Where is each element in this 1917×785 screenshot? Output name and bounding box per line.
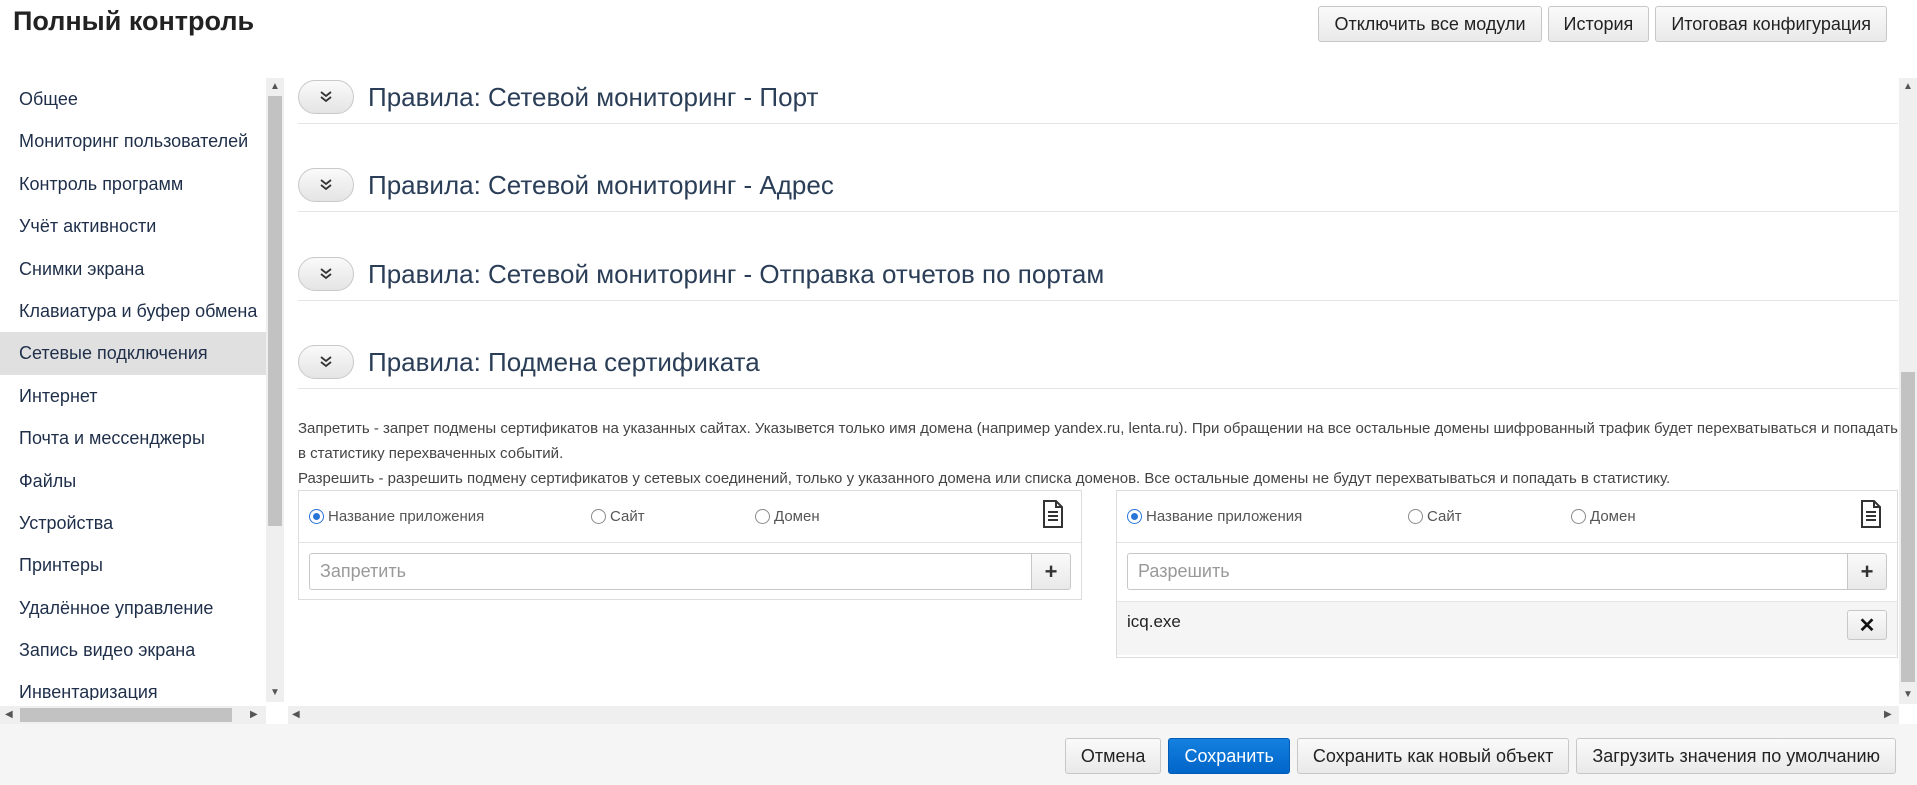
radio-domain[interactable]: Домен [1571, 508, 1636, 525]
scroll-up-icon[interactable]: ▲ [270, 82, 280, 92]
sidebar-item-activity[interactable]: Учёт активности [0, 205, 266, 247]
sidebar-item-files[interactable]: Файлы [0, 460, 266, 502]
main-vertical-scrollbar[interactable]: ▲ ▼ [1899, 78, 1917, 704]
allow-add-button[interactable]: + [1847, 553, 1887, 590]
list-item: icq.exe ✕ [1117, 601, 1897, 655]
document-icon[interactable] [1858, 499, 1884, 529]
scroll-down-icon[interactable]: ▼ [1903, 690, 1913, 700]
deny-add-button[interactable]: + [1031, 553, 1071, 590]
scroll-right-icon[interactable]: ▶ [250, 710, 258, 720]
plus-icon: + [1860, 558, 1874, 584]
sidebar-item-printers[interactable]: Принтеры [0, 544, 266, 586]
scroll-up-icon[interactable]: ▲ [1903, 82, 1913, 92]
main-scroll-thumb[interactable] [1901, 372, 1915, 682]
double-chevron-down-icon [320, 91, 332, 103]
remove-item-button[interactable]: ✕ [1847, 610, 1887, 640]
sidebar-item-inventory[interactable]: Инвентаризация [0, 671, 266, 700]
allow-input[interactable] [1127, 553, 1848, 590]
main-horizontal-scrollbar[interactable]: ◀ ▶ [288, 706, 1899, 724]
disable-all-modules-button[interactable]: Отключить все модули [1318, 6, 1542, 42]
scroll-left-icon[interactable]: ◀ [5, 710, 13, 720]
deny-input-row: + [299, 543, 1081, 601]
radio-app-name[interactable]: Название приложения [309, 508, 484, 525]
sidebar-horizontal-scrollbar[interactable]: ◀ ▶ [0, 706, 266, 724]
radio-app-name[interactable]: Название приложения [1127, 508, 1302, 525]
section-port-reports: Правила: Сетевой мониторинг - Отправка о… [298, 255, 1898, 301]
section-title[interactable]: Правила: Подмена сертификата [368, 347, 760, 378]
sidebar-vertical-scrollbar[interactable]: ▲ ▼ [266, 78, 284, 702]
section-address: Правила: Сетевой мониторинг - Адрес [298, 166, 1898, 212]
header-toolbar: Отключить все модули История Итоговая ко… [1318, 6, 1887, 42]
description: Запретить - запрет подмены сертификатов … [298, 416, 1898, 491]
section-title[interactable]: Правила: Сетевой мониторинг - Отправка о… [368, 259, 1104, 290]
close-icon: ✕ [1858, 614, 1876, 637]
plus-icon: + [1044, 558, 1058, 584]
page-title: Полный контроль [13, 6, 255, 36]
double-chevron-down-icon [320, 356, 332, 368]
expand-toggle-button[interactable] [298, 345, 354, 379]
sidebar-hscroll-thumb[interactable] [20, 708, 232, 722]
final-config-button[interactable]: Итоговая конфигурация [1655, 6, 1887, 42]
radio-button[interactable] [1408, 509, 1423, 524]
deny-input[interactable] [309, 553, 1032, 590]
cancel-button[interactable]: Отмена [1064, 738, 1162, 774]
radio-label: Сайт [1427, 508, 1462, 525]
sidebar: Общее Мониторинг пользователей Контроль … [0, 78, 266, 700]
radio-label: Сайт [610, 508, 645, 525]
footer: Отмена Сохранить Сохранить как новый объ… [0, 724, 1917, 785]
sidebar-item-user-monitoring[interactable]: Мониторинг пользователей [0, 120, 266, 162]
double-chevron-down-icon [320, 268, 332, 280]
sidebar-item-internet[interactable]: Интернет [0, 375, 266, 417]
sidebar-item-remote-control[interactable]: Удалённое управление [0, 587, 266, 629]
sidebar-item-mail-messengers[interactable]: Почта и мессенджеры [0, 417, 266, 459]
footer-toolbar: Отмена Сохранить Сохранить как новый объ… [1064, 738, 1896, 774]
deny-type-radios: Название приложения Сайт Домен [299, 491, 1081, 543]
description-deny: Запретить - запрет подмены сертификатов … [298, 420, 1898, 462]
radio-label: Название приложения [328, 508, 485, 525]
allow-panel: Название приложения Сайт Домен + ic [1116, 490, 1898, 658]
radio-button[interactable] [1571, 509, 1586, 524]
expand-toggle-button[interactable] [298, 168, 354, 202]
double-chevron-down-icon [320, 179, 332, 191]
scroll-down-icon[interactable]: ▼ [270, 688, 280, 698]
save-button[interactable]: Сохранить [1168, 738, 1290, 774]
description-allow: Разрешить - разрешить подмену сертификат… [298, 470, 1671, 487]
deny-panel: Название приложения Сайт Домен + [298, 490, 1082, 600]
section-title[interactable]: Правила: Сетевой мониторинг - Адрес [368, 170, 834, 201]
sidebar-item-devices[interactable]: Устройства [0, 502, 266, 544]
document-icon[interactable] [1040, 499, 1066, 529]
load-defaults-button[interactable]: Загрузить значения по умолчанию [1576, 738, 1896, 774]
radio-button[interactable] [755, 509, 770, 524]
radio-domain[interactable]: Домен [755, 508, 820, 525]
radio-label: Название приложения [1146, 508, 1303, 525]
radio-label: Домен [774, 508, 820, 525]
list-item-label: icq.exe [1127, 612, 1181, 631]
sidebar-item-screen-recording[interactable]: Запись видео экрана [0, 629, 266, 671]
radio-label: Домен [1590, 508, 1636, 525]
sidebar-item-keyboard-clipboard[interactable]: Клавиатура и буфер обмена [0, 290, 266, 332]
main-content: Правила: Сетевой мониторинг - Порт Прави… [298, 78, 1898, 704]
scroll-left-icon[interactable]: ◀ [292, 710, 300, 720]
sidebar-item-network[interactable]: Сетевые подключения [0, 332, 266, 375]
sidebar-item-app-control[interactable]: Контроль программ [0, 163, 266, 205]
sidebar-item-screenshots[interactable]: Снимки экрана [0, 248, 266, 290]
expand-toggle-button[interactable] [298, 257, 354, 291]
save-as-new-button[interactable]: Сохранить как новый объект [1296, 738, 1570, 774]
section-cert-substitution: Правила: Подмена сертификата [298, 343, 1898, 389]
allow-type-radios: Название приложения Сайт Домен [1117, 491, 1897, 543]
expand-toggle-button[interactable] [298, 80, 354, 114]
radio-button[interactable] [1127, 509, 1142, 524]
allow-input-row: + [1117, 543, 1897, 601]
section-title[interactable]: Правила: Сетевой мониторинг - Порт [368, 82, 818, 113]
radio-site[interactable]: Сайт [1408, 508, 1462, 525]
radio-button[interactable] [591, 509, 606, 524]
sidebar-item-general[interactable]: Общее [0, 78, 266, 120]
history-button[interactable]: История [1547, 6, 1650, 42]
section-port: Правила: Сетевой мониторинг - Порт [298, 78, 1898, 124]
radio-site[interactable]: Сайт [591, 508, 645, 525]
scroll-right-icon[interactable]: ▶ [1884, 710, 1892, 720]
radio-button[interactable] [309, 509, 324, 524]
sidebar-scroll-thumb[interactable] [268, 96, 282, 526]
